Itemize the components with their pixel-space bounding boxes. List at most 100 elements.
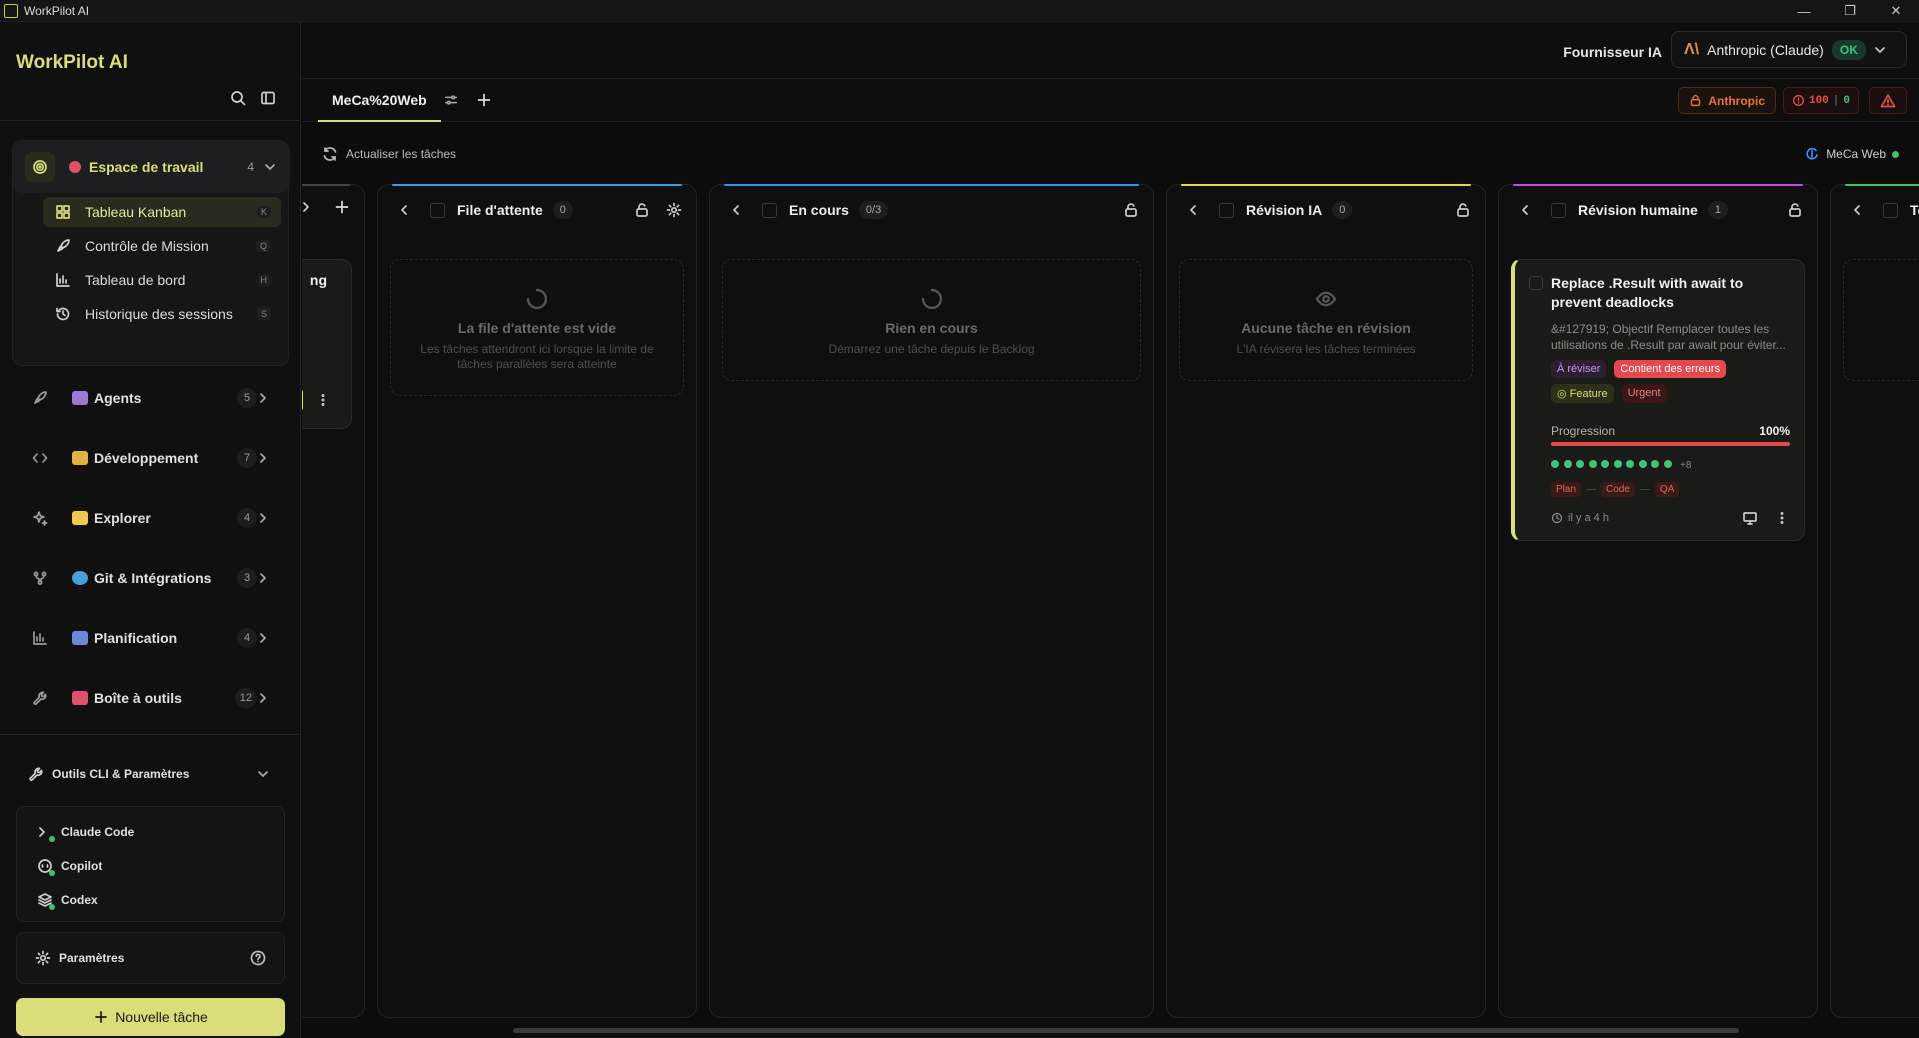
terminal-icon bbox=[37, 824, 55, 842]
usage-badge[interactable]: 100 | 0 bbox=[1782, 87, 1859, 114]
task-card-partial[interactable]: ng bbox=[302, 259, 352, 429]
anthropic-badge-label: Anthropic bbox=[1708, 93, 1765, 108]
progress-fill bbox=[1551, 442, 1790, 446]
wrench-icon bbox=[28, 766, 44, 782]
app-icon bbox=[4, 3, 18, 18]
cli-section-label: Outils CLI & Paramètres bbox=[52, 767, 190, 781]
target-icon bbox=[25, 152, 55, 182]
scrollbar-thumb[interactable] bbox=[513, 1028, 1739, 1033]
cli-item-claude-code[interactable]: Claude Code bbox=[17, 815, 286, 849]
empty-subtitle: Démarrez une tâche depuis le Backlog bbox=[828, 342, 1035, 356]
column-title: En cours bbox=[789, 202, 849, 218]
new-task-button[interactable]: Nouvelle tâche bbox=[16, 998, 285, 1036]
sidebar-item-mission-control[interactable]: Contrôle de Mission Q bbox=[43, 231, 281, 261]
history-icon bbox=[55, 306, 71, 322]
loader-icon bbox=[921, 288, 943, 310]
select-all-checkbox[interactable] bbox=[430, 202, 445, 218]
cli-section-header[interactable]: Outils CLI & Paramètres bbox=[0, 760, 301, 788]
sidebar-item-label: Tableau de bord bbox=[85, 272, 186, 288]
sidebar-item-git-integrations[interactable]: Git & Intégrations 3 bbox=[0, 558, 301, 598]
sidebar-item-development[interactable]: Développement 7 bbox=[0, 438, 301, 478]
sidebar: WorkPilot AI Espace de travail 4 Tableau… bbox=[0, 22, 301, 1038]
chevron-left-icon[interactable] bbox=[396, 202, 412, 218]
chevron-left-icon[interactable] bbox=[1517, 202, 1533, 218]
tag-feature: ◎ Feature bbox=[1551, 384, 1614, 403]
sidebar-item-label: Explorer bbox=[94, 510, 151, 526]
robot-emoji-icon bbox=[72, 391, 88, 405]
sparkles-emoji-icon bbox=[72, 511, 88, 525]
refresh-label: Actualiser les tâches bbox=[346, 147, 457, 161]
phase-plan: Plan bbox=[1551, 482, 1582, 497]
maximize-button[interactable]: ❐ bbox=[1827, 0, 1873, 22]
task-title-partial: ng bbox=[309, 272, 327, 288]
lock-icon[interactable] bbox=[1123, 202, 1139, 218]
tab-settings-icon[interactable] bbox=[444, 93, 458, 107]
sidebar-item-label: Git & Intégrations bbox=[94, 570, 212, 586]
project-indicator[interactable]: MeCa Web bbox=[1804, 146, 1899, 162]
task-description: &#127919; Objectif Remplacer toutes les … bbox=[1551, 322, 1786, 352]
column-human-review: Révision humaine 1 Replace .Result with … bbox=[1498, 184, 1818, 1018]
chevron-left-icon[interactable] bbox=[728, 202, 744, 218]
lock-icon[interactable] bbox=[634, 202, 650, 218]
horizontal-scrollbar[interactable] bbox=[302, 1026, 1919, 1038]
warning-icon[interactable] bbox=[1869, 87, 1907, 114]
lock-icon[interactable] bbox=[1455, 202, 1471, 218]
cli-item-codex[interactable]: Codex bbox=[17, 883, 286, 917]
shortcut-key: H bbox=[256, 274, 271, 286]
task-card[interactable]: Replace .Result with await to prevent de… bbox=[1511, 259, 1805, 541]
chevron-right-icon bbox=[255, 390, 271, 406]
provider-select[interactable]: Λ\ Anthropic (Claude) OK bbox=[1671, 31, 1907, 68]
sidebar-toggle-icon[interactable] bbox=[260, 90, 276, 106]
add-tab-icon[interactable] bbox=[476, 92, 492, 108]
anthropic-logo-icon: Λ\ bbox=[1684, 40, 1700, 58]
sidebar-item-planning[interactable]: Planification 4 bbox=[0, 618, 301, 658]
count-badge: 5 bbox=[237, 388, 257, 408]
search-icon[interactable] bbox=[230, 90, 246, 106]
project-logo-icon bbox=[1804, 146, 1820, 162]
workspace-header[interactable]: Espace de travail 4 bbox=[13, 141, 290, 193]
cli-item-copilot[interactable]: Copilot bbox=[17, 849, 286, 883]
chevron-down-icon bbox=[1872, 42, 1888, 58]
lock-icon[interactable] bbox=[1787, 202, 1803, 218]
anthropic-badge[interactable]: Anthropic bbox=[1678, 87, 1776, 114]
add-task-icon[interactable] bbox=[334, 199, 350, 215]
sidebar-item-toolbox[interactable]: Boîte à outils 12 bbox=[0, 678, 301, 718]
select-all-checkbox[interactable] bbox=[762, 202, 777, 218]
more-vertical-icon[interactable] bbox=[1774, 510, 1790, 526]
empty-title: Rien en cours bbox=[885, 320, 978, 336]
sidebar-item-agents[interactable]: Agents 5 bbox=[0, 378, 301, 418]
error-count: 100 bbox=[1808, 94, 1829, 107]
refresh-tasks-button[interactable]: Actualiser les tâches bbox=[322, 146, 456, 162]
layers-icon bbox=[37, 892, 55, 910]
more-vertical-icon[interactable] bbox=[315, 392, 331, 408]
tab-label: MeCa%20Web bbox=[332, 91, 427, 108]
settings-button[interactable]: Paramètres bbox=[16, 932, 285, 984]
sidebar-item-kanban[interactable]: Tableau Kanban K bbox=[43, 197, 281, 227]
help-icon[interactable] bbox=[250, 950, 266, 966]
tab-project[interactable]: MeCa%20Web bbox=[318, 79, 441, 122]
monitor-icon[interactable] bbox=[1742, 510, 1758, 526]
workspace-label: Espace de travail bbox=[89, 159, 204, 175]
task-timestamp: il y a 4 h bbox=[1551, 512, 1609, 524]
refresh-icon bbox=[322, 146, 338, 162]
column-collapse-icon[interactable] bbox=[302, 199, 314, 215]
close-button[interactable]: ✕ bbox=[1873, 0, 1919, 22]
minimize-button[interactable]: — bbox=[1781, 0, 1827, 22]
count-badge: 7 bbox=[237, 448, 257, 468]
sidebar-item-session-history[interactable]: Historique des sessions S bbox=[43, 299, 281, 329]
count-badge: 4 bbox=[237, 508, 257, 528]
sidebar-item-label: Historique des sessions bbox=[85, 306, 233, 322]
gear-icon[interactable] bbox=[666, 202, 682, 218]
chevron-left-icon[interactable] bbox=[1849, 202, 1865, 218]
sidebar-item-explorer[interactable]: Explorer 4 bbox=[0, 498, 301, 538]
select-all-checkbox[interactable] bbox=[1883, 202, 1898, 218]
select-all-checkbox[interactable] bbox=[1551, 202, 1566, 218]
chevron-right-icon bbox=[255, 450, 271, 466]
chevron-left-icon[interactable] bbox=[1185, 202, 1201, 218]
settings-label: Paramètres bbox=[59, 951, 125, 965]
workspace-count: 4 bbox=[247, 160, 254, 174]
chevron-right-icon bbox=[255, 690, 271, 706]
task-checkbox[interactable] bbox=[1529, 276, 1543, 290]
select-all-checkbox[interactable] bbox=[1219, 202, 1234, 218]
sidebar-item-dashboard[interactable]: Tableau de bord H bbox=[43, 265, 281, 295]
